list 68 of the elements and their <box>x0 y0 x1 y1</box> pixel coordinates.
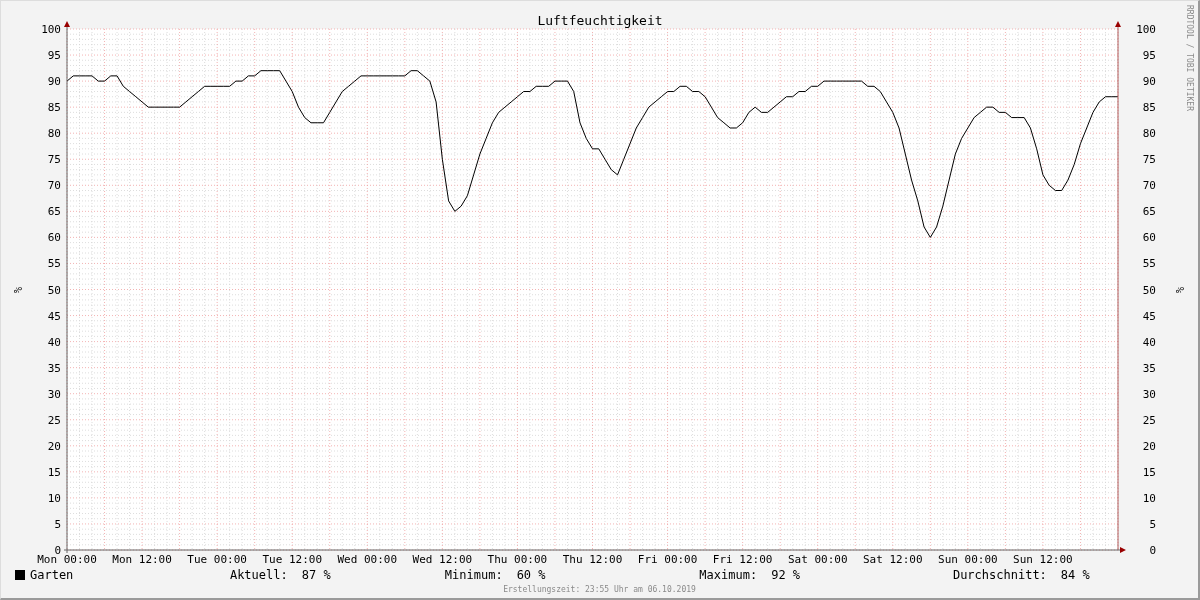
stat-value: 60 % <box>516 567 546 583</box>
y-tick-label: 65 <box>47 205 61 219</box>
y-tick-label: 5 <box>1149 517 1156 531</box>
side-credit: RRDTOOL / TOBI OETIKER <box>1185 5 1194 111</box>
chart-title: Luftfeuchtigkeit <box>537 13 663 28</box>
x-tick-label: Wed 00:00 <box>337 553 398 566</box>
y-tick-label: 15 <box>1142 465 1156 479</box>
y-tick-label: 55 <box>47 257 61 271</box>
y-tick-label: 30 <box>47 387 61 401</box>
y-tick-label: 85 <box>1142 101 1156 115</box>
x-tick-label: Sun 00:00 <box>938 553 998 566</box>
y-tick-label: 80 <box>1142 127 1156 141</box>
x-tick-label: Sun 12:00 <box>1013 553 1073 566</box>
stat-value: 87 % <box>301 567 331 583</box>
x-tick-label: Sat 12:00 <box>863 553 923 566</box>
y-tick-label: 35 <box>47 361 61 375</box>
y-tick-label: 75 <box>1142 153 1156 167</box>
y-tick-label: 20 <box>47 439 61 453</box>
legend-label: Garten <box>30 567 74 583</box>
y-tick-label: 5 <box>54 517 61 531</box>
y-tick-label: 70 <box>1142 179 1156 193</box>
y-tick-label: 80 <box>47 127 61 141</box>
y-tick-label: 0 <box>1149 544 1156 557</box>
y-tick-label: 20 <box>1142 439 1156 453</box>
x-tick-label: Fri 12:00 <box>712 553 773 566</box>
y-tick-label: 85 <box>47 101 61 115</box>
y-tick-label: 35 <box>1142 361 1156 375</box>
y-tick-label: 45 <box>47 309 61 323</box>
y-tick-label: 40 <box>1142 335 1156 349</box>
x-tick-label: Thu 00:00 <box>487 553 548 566</box>
y-tick-label: 25 <box>1142 413 1156 427</box>
y-tick-label: 65 <box>1142 205 1156 219</box>
y-tick-label: 60 <box>47 231 61 245</box>
y-tick-label: 25 <box>47 413 61 427</box>
y-tick-label: 100 <box>1136 23 1156 36</box>
y-tick-label: 10 <box>1142 491 1156 505</box>
x-tick-label: Sat 00:00 <box>787 553 848 566</box>
y-tick-label: 50 <box>47 283 61 297</box>
x-tick-label: Wed 12:00 <box>412 553 473 566</box>
y-tick-label: 45 <box>1142 309 1156 323</box>
stat-label: Maximum: <box>699 567 758 583</box>
y-tick-label: 50 <box>1142 283 1156 297</box>
y-axis-label: % <box>1174 287 1185 293</box>
y-tick-label: 30 <box>1142 387 1156 401</box>
stat-value: 84 % <box>1060 567 1090 583</box>
y-tick-label: 75 <box>47 153 61 167</box>
y-tick-label: 90 <box>47 75 61 89</box>
x-tick-label: Thu 12:00 <box>562 553 623 566</box>
y-tick-label: 95 <box>47 49 61 63</box>
x-tick-label: Tue 00:00 <box>187 553 247 566</box>
x-tick-label: Fri 00:00 <box>637 553 698 566</box>
y-tick-label: 40 <box>47 335 61 349</box>
creation-time: Erstellungszeit: 23:55 Uhr am 06.10.2019 <box>503 585 696 595</box>
y-axis-label: % <box>12 287 23 293</box>
y-tick-label: 100 <box>41 23 61 36</box>
y-tick-label: 60 <box>1142 231 1156 245</box>
y-tick-label: 95 <box>1142 49 1156 63</box>
stat-value: 92 % <box>771 567 801 583</box>
x-tick-label: Mon 12:00 <box>112 553 172 566</box>
y-tick-label: 70 <box>47 179 61 193</box>
y-tick-label: 15 <box>47 465 61 479</box>
y-tick-label: 90 <box>1142 75 1156 89</box>
stat-label: Minimum: <box>444 567 503 583</box>
x-tick-label: Tue 12:00 <box>262 553 322 566</box>
y-tick-label: 55 <box>1142 257 1156 271</box>
stat-label: Durchschnitt: <box>952 567 1047 583</box>
stat-label: Aktuell: <box>229 567 288 583</box>
y-tick-label: 10 <box>47 491 61 505</box>
